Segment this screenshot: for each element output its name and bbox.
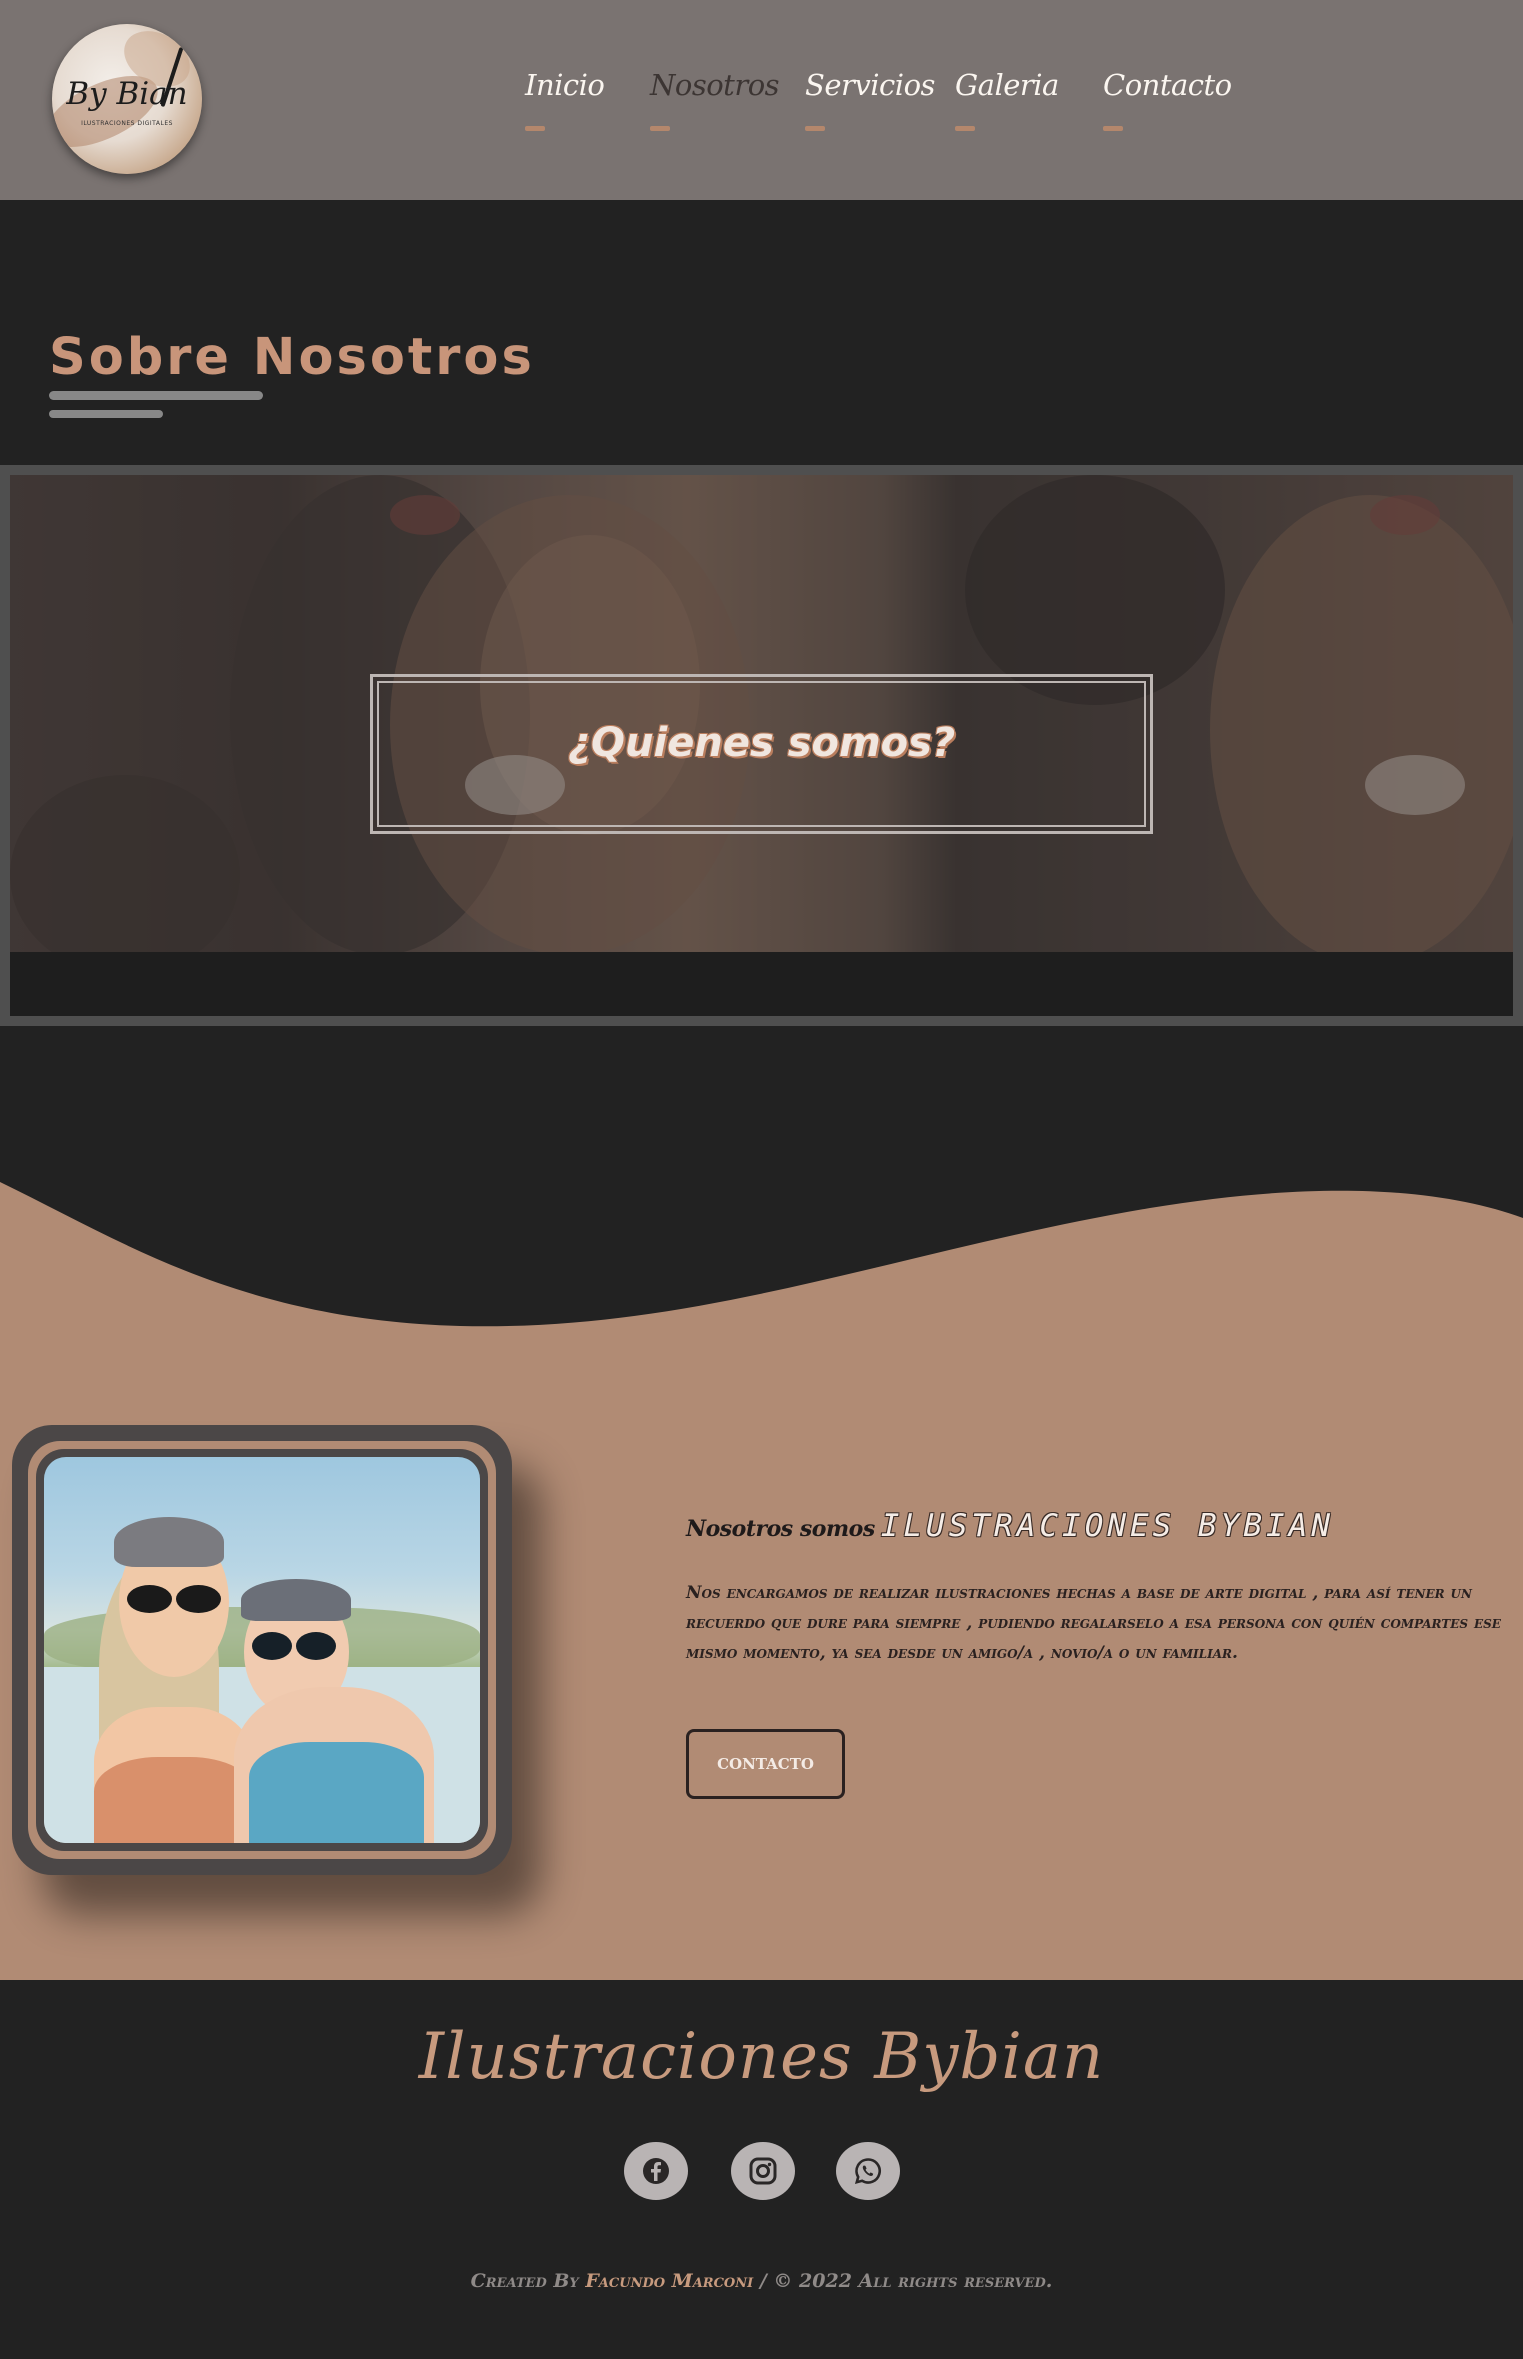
- illustration-image: [44, 1457, 480, 1843]
- logo-subtitle: ILUSTRACIONES DIGITALES: [81, 120, 173, 127]
- nav-indicator: [525, 126, 545, 131]
- instagram-icon[interactable]: [731, 2142, 795, 2200]
- banner-title: ¿Quienes somos?: [567, 720, 956, 766]
- logo-text: By Bian: [66, 76, 188, 112]
- footer-title: Ilustraciones Bybian: [418, 2020, 1105, 2094]
- section-title: Sobre Nosotros: [49, 328, 535, 387]
- logo[interactable]: By Bian ILUSTRACIONES DIGITALES: [52, 24, 202, 174]
- page: By Bian ILUSTRACIONES DIGITALES Inicio N…: [0, 0, 1523, 2359]
- footer-credit: Created By Facundo Marconi / © 2022 All …: [0, 2270, 1523, 2292]
- nav-indicator: [805, 126, 825, 131]
- contact-button[interactable]: CONTACTO: [686, 1729, 845, 1799]
- nav-item-contacto[interactable]: Contacto: [1103, 68, 1232, 102]
- nav-indicator: [955, 126, 975, 131]
- credit-suffix: / © 2022 All rights reserved.: [759, 2270, 1053, 2292]
- site-header: By Bian ILUSTRACIONES DIGITALES Inicio N…: [0, 0, 1523, 200]
- facebook-icon[interactable]: [624, 2142, 688, 2200]
- about-heading-brand: ILUSTRACIONES BYBIAN: [880, 1508, 1334, 1544]
- banner: ¿Quienes somos?: [0, 465, 1523, 1026]
- about-heading-prefix: Nosotros somos: [686, 1516, 875, 1542]
- credit-author[interactable]: Facundo Marconi: [585, 2270, 753, 2292]
- title-underline: [49, 410, 163, 418]
- nav-item-galeria[interactable]: Galeria: [955, 68, 1059, 102]
- about-description: Nos encargamos de realizar ilustraciones…: [686, 1583, 1501, 1663]
- nav-indicator: [1103, 126, 1123, 131]
- title-underline: [49, 391, 263, 400]
- whatsapp-icon[interactable]: [836, 2142, 900, 2200]
- nav-indicator: [650, 126, 670, 131]
- about-heading: Nosotros somos ILUSTRACIONES BYBIAN: [686, 1508, 1334, 1544]
- nav-item-servicios[interactable]: Servicios: [805, 68, 935, 102]
- nav-item-nosotros[interactable]: Nosotros: [650, 68, 780, 102]
- nav-item-inicio[interactable]: Inicio: [525, 68, 605, 102]
- credit-prefix: Created By: [470, 2270, 579, 2292]
